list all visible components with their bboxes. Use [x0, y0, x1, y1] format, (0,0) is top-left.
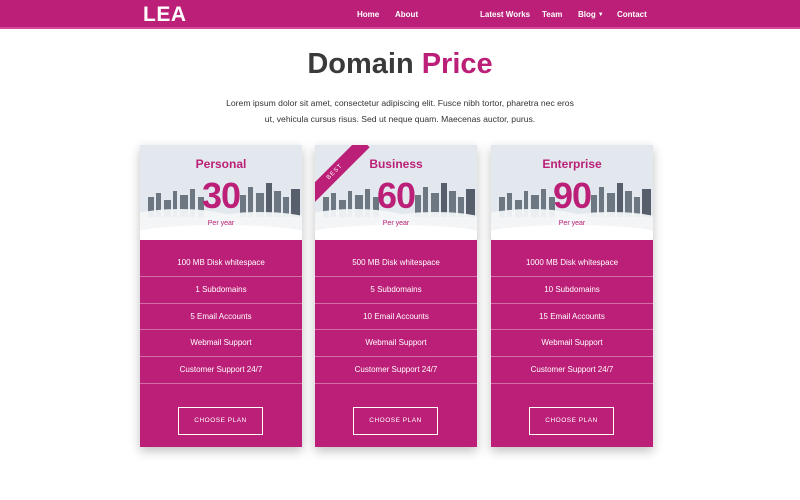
feature-list: 500 MB Disk whitespace 5 Subdomains 10 E… [315, 250, 477, 384]
plan-name: Enterprise [542, 157, 602, 171]
feature-item: 10 Email Accounts [315, 304, 477, 331]
plan-price: 30 [201, 175, 241, 216]
section-title: Domain Price [0, 48, 800, 81]
feature-list: 100 MB Disk whitespace 1 Subdomains 5 Em… [140, 250, 302, 384]
section-title-part2: Price [421, 48, 493, 80]
nav-item-blog-label: Blog [578, 10, 596, 19]
nav-item-latest-works[interactable]: Latest Works [480, 10, 530, 19]
nav-item-team[interactable]: Team [542, 10, 562, 19]
feature-item: Customer Support 24/7 [315, 357, 477, 384]
choose-plan-button[interactable]: CHOOSE PLAN [353, 407, 438, 435]
nav-item-blog[interactable]: Blog ▼ [578, 10, 604, 19]
nav-item-contact[interactable]: Contact [617, 10, 647, 19]
nav-item-about[interactable]: About [395, 10, 418, 19]
section-title-part1: Domain [307, 48, 414, 80]
plan-price: 60 [376, 175, 416, 216]
pricing-card-business: BEST Business 60 Per year 500 MB Disk wh… [315, 145, 477, 447]
caret-down-icon: ▼ [597, 12, 604, 18]
feature-item: 5 Email Accounts [140, 304, 302, 331]
feature-item: Customer Support 24/7 [491, 357, 653, 384]
feature-item: Webmail Support [491, 330, 653, 358]
nav-item-home[interactable]: Home [357, 10, 379, 19]
feature-item: Webmail Support [315, 330, 477, 358]
plan-period: Per year [558, 220, 586, 227]
plan-period: Per year [382, 220, 410, 227]
feature-item: Webmail Support [140, 330, 302, 358]
feature-list: 1000 MB Disk whitespace 10 Subdomains 15… [491, 250, 653, 384]
feature-item: 10 Subdomains [491, 277, 653, 304]
feature-item: 100 MB Disk whitespace [140, 250, 302, 277]
feature-item: Customer Support 24/7 [140, 357, 302, 384]
choose-plan-button[interactable]: CHOOSE PLAN [178, 407, 263, 435]
plan-period: Per year [207, 220, 235, 227]
plan-price: 90 [552, 175, 592, 216]
nav-menu: Home About Features Latest Works Team Bl… [0, 10, 800, 124]
pricing-card-enterprise: Enterprise 90 Per year 1000 MB Disk whit… [491, 145, 653, 447]
plan-name: Business [369, 157, 423, 171]
section-description: Lorem ipsum dolor sit amet, consectetur … [226, 98, 574, 124]
feature-item: 5 Subdomains [315, 277, 477, 304]
feature-item: 500 MB Disk whitespace [315, 250, 477, 277]
feature-item: 1000 MB Disk whitespace [491, 250, 653, 277]
card-header-image: Enterprise 90 Per year [491, 145, 653, 240]
feature-item: 15 Email Accounts [491, 304, 653, 331]
pricing-card-personal: Personal 30 Per year 100 MB Disk whitesp… [140, 145, 302, 447]
card-header-image: Personal 30 Per year [140, 145, 302, 240]
navbar: LEA Home About Features Latest Works Tea… [0, 0, 800, 124]
card-header-image: BEST Business 60 Per year [315, 145, 477, 240]
feature-item: 1 Subdomains [140, 277, 302, 304]
plan-name: Personal [195, 157, 247, 171]
choose-plan-button[interactable]: CHOOSE PLAN [529, 407, 614, 435]
